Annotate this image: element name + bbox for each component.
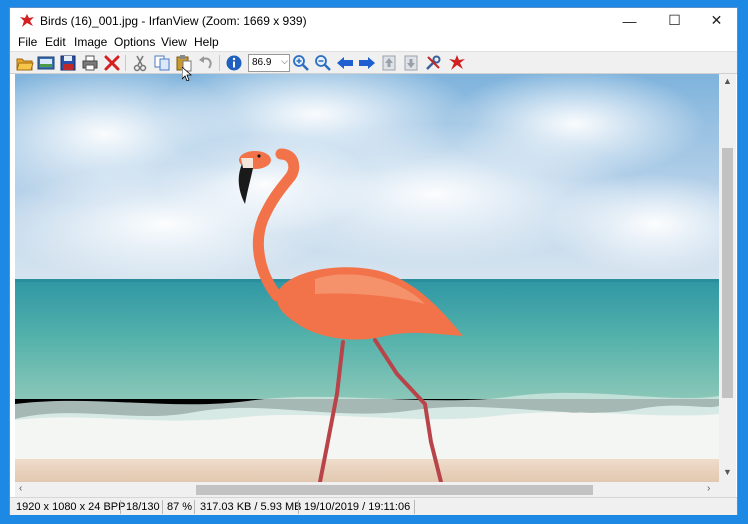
- status-separator: [162, 500, 163, 514]
- menu-options[interactable]: Options: [114, 35, 155, 49]
- toolbar: 86.9 ⌵: [10, 51, 737, 74]
- zoom-value: 86.9: [252, 57, 272, 68]
- previous-icon[interactable]: [336, 54, 354, 72]
- scroll-right-icon[interactable]: ›: [707, 483, 710, 494]
- menu-bar: File Edit Image Options View Help: [10, 33, 737, 51]
- open-icon[interactable]: [16, 54, 34, 72]
- save-icon[interactable]: [59, 54, 77, 72]
- status-zoom: 87 %: [167, 501, 193, 513]
- settings-icon[interactable]: [424, 54, 442, 72]
- vertical-scroll-thumb[interactable]: [722, 148, 733, 398]
- desktop-frame: Birds (16)_001.jpg - IrfanView (Zoom: 16…: [0, 0, 748, 524]
- status-separator: [298, 500, 299, 514]
- image-viewport[interactable]: [15, 74, 719, 482]
- zoom-input[interactable]: 86.9 ⌵: [248, 54, 290, 72]
- chevron-down-icon[interactable]: ⌵: [281, 56, 288, 67]
- scroll-left-icon[interactable]: ‹: [19, 483, 22, 494]
- scroll-corner: [719, 482, 736, 497]
- status-index: 18/130: [126, 501, 160, 513]
- delete-icon[interactable]: [103, 54, 121, 72]
- flamingo-photo: [15, 74, 719, 482]
- minimize-button[interactable]: —: [607, 8, 652, 33]
- status-separator: [194, 500, 195, 514]
- info-icon[interactable]: [225, 54, 243, 72]
- toolbar-separator: [125, 55, 126, 71]
- status-dimensions: 1920 x 1080 x 24 BPP: [16, 501, 126, 513]
- irfanview-logo-icon[interactable]: [448, 54, 466, 72]
- maximize-button[interactable]: ☐: [652, 8, 697, 33]
- horizontal-scrollbar[interactable]: ‹ ›: [15, 482, 719, 497]
- status-datetime: 19/10/2019 / 19:11:06: [304, 501, 411, 513]
- status-separator: [120, 500, 121, 514]
- menu-view[interactable]: View: [161, 35, 187, 49]
- status-bar: 1920 x 1080 x 24 BPP 18/130 87 % 317.03 …: [10, 497, 737, 515]
- first-icon[interactable]: [380, 54, 398, 72]
- menu-edit[interactable]: Edit: [45, 35, 66, 49]
- copy-icon[interactable]: [153, 54, 171, 72]
- scroll-down-icon[interactable]: ▼: [723, 467, 732, 477]
- next-icon[interactable]: [358, 54, 376, 72]
- last-icon[interactable]: [402, 54, 420, 72]
- mouse-cursor-icon: [182, 67, 192, 81]
- vertical-scrollbar[interactable]: ▲ ▼: [719, 74, 736, 482]
- title-bar[interactable]: Birds (16)_001.jpg - IrfanView (Zoom: 16…: [10, 8, 737, 33]
- menu-file[interactable]: File: [18, 35, 37, 49]
- menu-help[interactable]: Help: [194, 35, 219, 49]
- status-separator: [414, 500, 415, 514]
- close-button[interactable]: ✕: [694, 8, 739, 33]
- scroll-up-icon[interactable]: ▲: [723, 76, 732, 86]
- window-title: Birds (16)_001.jpg - IrfanView (Zoom: 16…: [40, 14, 307, 28]
- undo-icon[interactable]: [197, 54, 215, 72]
- irfanview-app-icon: [20, 14, 34, 27]
- print-icon[interactable]: [81, 54, 99, 72]
- slideshow-icon[interactable]: [37, 54, 55, 72]
- status-file-size: 317.03 KB / 5.93 MB: [200, 501, 302, 513]
- zoom-in-icon[interactable]: [292, 54, 310, 72]
- menu-image[interactable]: Image: [74, 35, 107, 49]
- horizontal-scroll-thumb[interactable]: [196, 485, 593, 495]
- irfanview-window: Birds (16)_001.jpg - IrfanView (Zoom: 16…: [9, 7, 738, 515]
- toolbar-separator: [219, 55, 220, 71]
- cut-icon[interactable]: [131, 54, 149, 72]
- zoom-out-icon[interactable]: [314, 54, 332, 72]
